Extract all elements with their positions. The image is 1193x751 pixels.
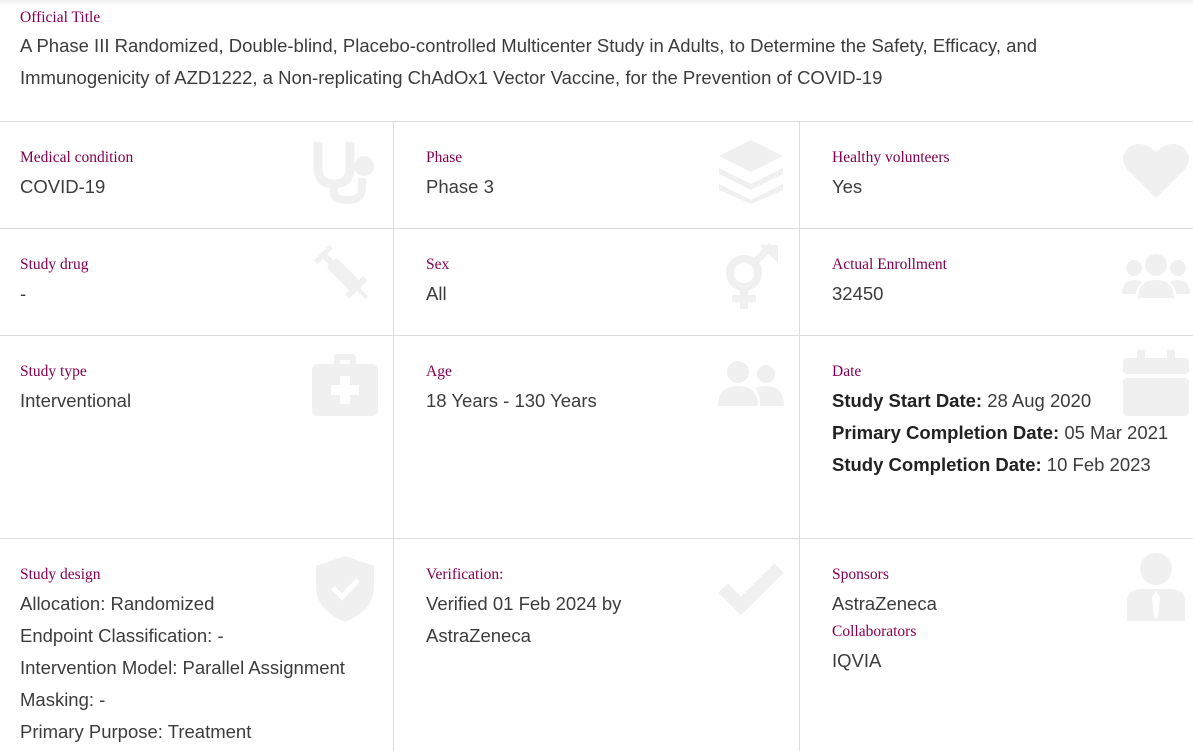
actual-enrollment-cell: Actual Enrollment 32450 <box>832 255 1132 310</box>
primary-completion-date-value: 05 Mar 2021 <box>1059 422 1169 443</box>
healthy-volunteers-cell: Healthy volunteers Yes <box>832 148 1132 203</box>
divider <box>0 335 1193 336</box>
collaborators-label: Collaborators <box>832 623 917 640</box>
study-completion-date-label: Study Completion Date: <box>832 454 1042 475</box>
verification-value: Verified 01 Feb 2024 by AstraZeneca <box>426 593 622 646</box>
divider <box>0 538 1193 539</box>
top-shadow <box>0 0 1193 6</box>
actual-enrollment-value: 32450 <box>832 283 884 304</box>
syringe-icon <box>312 243 378 309</box>
official-title-section: Official Title A Phase III Randomized, D… <box>20 8 1170 94</box>
study-start-date-value: 28 Aug 2020 <box>982 390 1092 411</box>
divider <box>0 228 1193 229</box>
gender-icon <box>724 243 780 311</box>
divider <box>0 121 1193 122</box>
group-icon <box>1122 252 1190 300</box>
study-details-page: Official Title A Phase III Randomized, D… <box>0 0 1193 751</box>
users-icon <box>718 360 784 408</box>
checkmark-icon <box>717 562 785 614</box>
shield-check-icon <box>316 556 374 622</box>
primary-completion-date: Primary Completion Date: 05 Mar 2021 <box>832 417 1182 449</box>
verification-label: Verification: <box>426 566 504 583</box>
study-start-date-label: Study Start Date: <box>832 390 983 411</box>
sponsors-value: AstraZeneca <box>832 593 937 614</box>
actual-enrollment-label: Actual Enrollment <box>832 256 947 273</box>
healthy-volunteers-value: Yes <box>832 176 863 197</box>
study-design-line: Intervention Model: Parallel Assignment <box>20 657 345 678</box>
sponsors-label: Sponsors <box>832 566 889 583</box>
study-design-line: Masking: - <box>20 689 106 710</box>
divider <box>799 122 800 751</box>
verification-cell: Verification: Verified 01 Feb 2024 by As… <box>426 565 666 652</box>
divider <box>393 122 394 751</box>
layers-icon <box>717 138 785 204</box>
study-design-line: Endpoint Classification: - <box>20 625 224 646</box>
medical-kit-icon <box>312 354 378 416</box>
study-design-line: Primary Purpose: Treatment <box>20 721 252 742</box>
collaborators-value: IQVIA <box>832 650 882 671</box>
heart-icon <box>1122 140 1190 200</box>
stethoscope-icon <box>312 138 378 204</box>
primary-completion-date-label: Primary Completion Date: <box>832 422 1060 443</box>
healthy-volunteers-label: Healthy volunteers <box>832 149 950 166</box>
official-title-value: A Phase III Randomized, Double-blind, Pl… <box>20 35 1038 88</box>
sponsors-cell: Sponsors AstraZeneca Collaborators IQVIA <box>832 565 1132 677</box>
person-tie-icon <box>1127 553 1185 621</box>
study-completion-date: Study Completion Date: 10 Feb 2023 <box>832 449 1182 481</box>
study-completion-date-value: 10 Feb 2023 <box>1041 454 1151 475</box>
calendar-icon <box>1123 350 1189 418</box>
official-title-label: Official Title <box>20 9 101 26</box>
